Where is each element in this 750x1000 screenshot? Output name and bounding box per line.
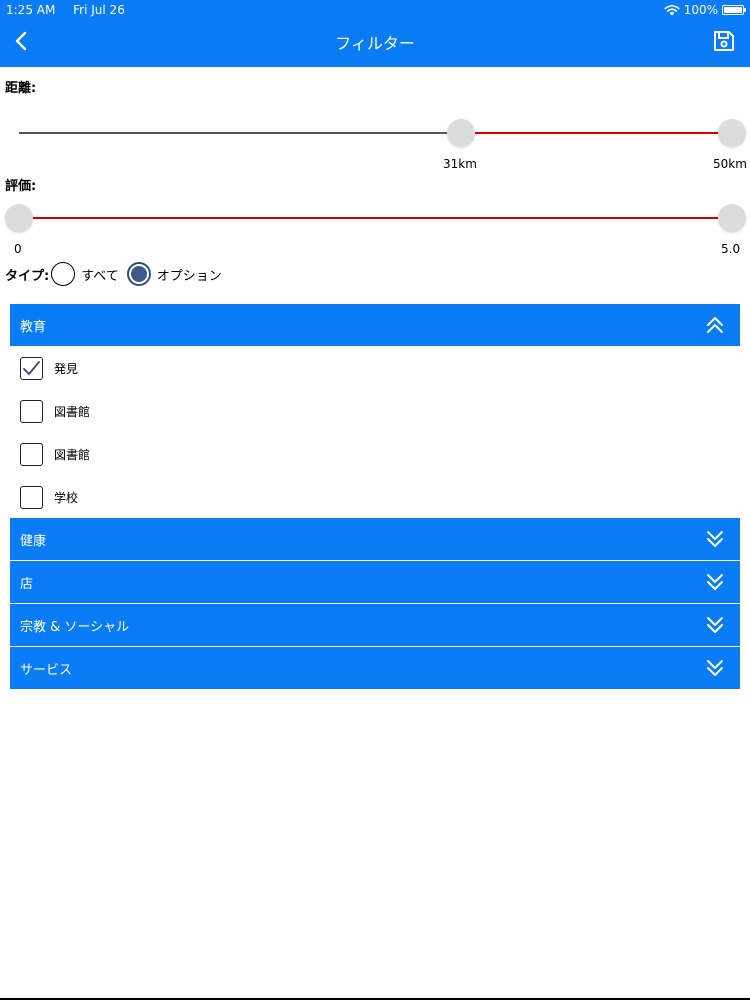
section-header-religion-social[interactable]: 宗教 & ソーシャル <box>10 604 740 646</box>
rating-max-thumb[interactable] <box>718 204 746 232</box>
distance-label: 距離: <box>5 81 37 96</box>
checkbox-unchecked[interactable] <box>20 485 43 509</box>
type-radio-group: タイプ: すべて オプション <box>5 260 230 288</box>
radio-all[interactable] <box>51 262 76 286</box>
section-title: サービス <box>20 663 73 678</box>
double-chevron-down-icon <box>707 531 723 547</box>
radio-all-label: すべて <box>81 268 119 284</box>
section-title: 健康 <box>20 534 47 549</box>
section-header-services[interactable]: サービス <box>10 647 740 689</box>
status-bar-left: 1:25 AM Fri Jul 26 <box>6 3 139 17</box>
double-chevron-down-icon <box>707 660 723 676</box>
battery-percent: 100% <box>683 3 718 17</box>
double-chevron-up-icon <box>707 317 723 333</box>
rating-label: 評価: <box>5 179 37 194</box>
navigation-bar: 1:25 AM Fri Jul 26 100% フィルター <box>0 0 750 67</box>
rating-track-selected <box>19 217 732 219</box>
distance-range-slider[interactable] <box>19 119 746 147</box>
checkbox-unchecked[interactable] <box>20 399 43 423</box>
checkbox-label: 発見 <box>54 361 79 376</box>
distance-track-unselected <box>19 132 462 134</box>
distance-max-value: 50km <box>713 157 747 171</box>
checkbox-row-library-2[interactable]: 図書館 <box>20 442 90 466</box>
section-header-health[interactable]: 健康 <box>10 518 740 560</box>
rating-range-slider[interactable] <box>5 204 746 232</box>
checkbox-label: 学校 <box>54 490 79 505</box>
checkbox-row-discovery[interactable]: 発見 <box>20 356 78 380</box>
wifi-icon <box>664 5 680 16</box>
battery-icon <box>722 5 746 15</box>
distance-track-selected <box>461 132 732 134</box>
double-chevron-down-icon <box>707 574 723 590</box>
type-label: タイプ: <box>5 268 50 284</box>
distance-max-thumb[interactable] <box>718 119 746 147</box>
save-floppy-icon[interactable] <box>712 29 736 53</box>
double-chevron-down-icon <box>707 617 723 633</box>
checkbox-row-library-1[interactable]: 図書館 <box>20 399 90 423</box>
checkbox-checked[interactable] <box>20 356 43 380</box>
radio-option[interactable] <box>126 262 151 286</box>
checkmark-icon <box>23 360 40 375</box>
section-header-shop[interactable]: 店 <box>10 561 740 603</box>
page-title: フィルター <box>335 34 415 53</box>
rating-min-thumb[interactable] <box>5 204 33 232</box>
checkbox-row-school[interactable]: 学校 <box>20 485 78 509</box>
section-title: 教育 <box>20 320 47 335</box>
distance-min-value: 31km <box>443 157 477 171</box>
checkbox-label: 図書館 <box>54 404 91 419</box>
checkbox-unchecked[interactable] <box>20 442 43 466</box>
status-time: 1:25 AM <box>6 3 56 17</box>
status-bar-right: 100% <box>664 3 746 17</box>
rating-min-value: 0 <box>14 242 22 256</box>
distance-min-thumb[interactable] <box>447 119 476 147</box>
status-date: Fri Jul 26 <box>73 3 125 17</box>
section-header-education[interactable]: 教育 <box>10 304 740 346</box>
rating-max-value: 5.0 <box>721 242 741 256</box>
section-title: 店 <box>20 577 34 592</box>
filter-screen: 1:25 AM Fri Jul 26 100% フィルター 距離: 31km 5… <box>0 0 750 1000</box>
checkbox-label: 図書館 <box>54 447 91 462</box>
radio-option-label: オプション <box>156 268 222 284</box>
section-title: 宗教 & ソーシャル <box>20 620 130 635</box>
